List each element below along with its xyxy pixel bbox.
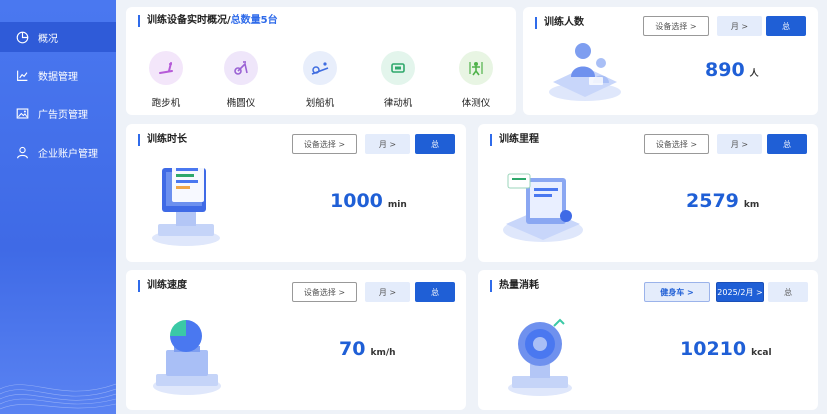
equipment-body-test[interactable]: 体测仪 bbox=[446, 51, 506, 109]
value-number: 890 bbox=[705, 59, 745, 81]
wave-decoration bbox=[0, 383, 116, 410]
equipment-vibration-machine[interactable]: 律动机 bbox=[368, 51, 428, 109]
month-button[interactable]: 月 > bbox=[365, 134, 410, 154]
card-title: 训练人数 bbox=[535, 17, 584, 29]
month-button[interactable]: 月 > bbox=[717, 134, 762, 154]
sidebar-item-data-management[interactable]: 数据管理 bbox=[0, 60, 116, 90]
distance-illustration bbox=[503, 173, 583, 242]
sidebar-item-label: 广告页管理 bbox=[38, 109, 88, 121]
distance-value: 2579 km bbox=[686, 190, 759, 212]
card-title: 训练速度 bbox=[138, 280, 187, 292]
training-duration-card: 训练时长 设备选择 > 月 > 总 1000 min bbox=[126, 124, 466, 262]
training-speed-card: 训练速度 设备选择 > 月 > 总 70 km/h bbox=[126, 270, 466, 410]
people-illustration bbox=[549, 43, 621, 101]
calories-illustration bbox=[508, 318, 572, 396]
overview-total: 总数量5台 bbox=[230, 15, 278, 26]
device-select-button[interactable]: 健身车 > bbox=[644, 282, 710, 302]
image-icon bbox=[16, 107, 29, 119]
total-button[interactable]: 总 bbox=[766, 16, 806, 36]
equipment-treadmill[interactable]: 跑步机 bbox=[136, 51, 196, 109]
people-value: 890 人 bbox=[705, 59, 759, 81]
sidebar-item-label: 概况 bbox=[38, 33, 58, 45]
card-title: 热量消耗 bbox=[490, 280, 539, 292]
vibration-machine-icon bbox=[381, 51, 415, 85]
equipment-label: 椭圆仪 bbox=[226, 98, 256, 109]
duration-value: 1000 min bbox=[330, 190, 407, 212]
overview-title: 训练设备实时概况/ bbox=[147, 15, 231, 26]
user-icon bbox=[17, 146, 28, 158]
sidebar-item-label: 数据管理 bbox=[38, 71, 78, 83]
duration-illustration bbox=[152, 162, 220, 246]
month-button[interactable]: 月 > bbox=[365, 282, 410, 302]
value-number: 10210 bbox=[680, 338, 747, 360]
month-button[interactable]: 月 > bbox=[717, 16, 762, 36]
equipment-label: 律动机 bbox=[383, 98, 413, 109]
value-number: 70 bbox=[339, 338, 366, 360]
sidebar: 概况 数据管理 广告页管理 企业账户管理 bbox=[0, 0, 116, 414]
device-select-button[interactable]: 设备选择 > bbox=[643, 16, 709, 36]
value-unit: 人 bbox=[749, 69, 759, 79]
value-unit: km/h bbox=[370, 348, 396, 358]
calories-card: 热量消耗 健身车 > 2025/2月 > 总 10210 kcal bbox=[478, 270, 818, 410]
equipment-rowing-machine[interactable]: 划船机 bbox=[290, 51, 350, 109]
card-title: 训练设备实时概况/总数量5台 bbox=[138, 15, 278, 27]
total-button[interactable]: 总 bbox=[767, 134, 807, 154]
body-test-icon bbox=[459, 51, 493, 85]
sidebar-item-enterprise-accounts[interactable]: 企业账户管理 bbox=[0, 137, 116, 167]
value-unit: km bbox=[743, 200, 760, 210]
equipment-elliptical[interactable]: 椭圆仪 bbox=[211, 51, 271, 109]
sidebar-item-overview[interactable]: 概况 bbox=[0, 22, 116, 52]
card-title: 训练里程 bbox=[490, 134, 539, 146]
equipment-label: 体测仪 bbox=[461, 98, 491, 109]
value-number: 1000 bbox=[330, 190, 383, 212]
device-select-button[interactable]: 设备选择 > bbox=[292, 282, 357, 302]
training-people-card: 训练人数 设备选择 > 月 > 总 890 人 bbox=[523, 7, 818, 115]
total-button[interactable]: 总 bbox=[415, 134, 455, 154]
value-unit: min bbox=[387, 200, 407, 210]
value-number: 2579 bbox=[686, 190, 739, 212]
training-distance-card: 训练里程 设备选择 > 月 > 总 2579 km bbox=[478, 124, 818, 262]
rowing-machine-icon bbox=[303, 51, 337, 85]
sidebar-item-ad-management[interactable]: 广告页管理 bbox=[0, 98, 116, 128]
device-select-button[interactable]: 设备选择 > bbox=[644, 134, 709, 154]
speed-value: 70 km/h bbox=[339, 338, 396, 360]
equipment-label: 划船机 bbox=[305, 98, 335, 109]
equipment-overview-card: 训练设备实时概况/总数量5台 跑步机 椭圆仪 划船机 律动机 体测仪 bbox=[126, 7, 516, 115]
total-button[interactable]: 总 bbox=[415, 282, 455, 302]
total-button[interactable]: 总 bbox=[768, 282, 808, 302]
speed-illustration bbox=[153, 320, 221, 395]
equipment-label: 跑步机 bbox=[151, 98, 181, 109]
card-title: 训练时长 bbox=[138, 134, 187, 146]
elliptical-icon bbox=[224, 51, 258, 85]
treadmill-icon bbox=[149, 51, 183, 85]
value-unit: kcal bbox=[751, 348, 772, 358]
bar-chart-icon bbox=[17, 70, 28, 81]
device-select-button[interactable]: 设备选择 > bbox=[292, 134, 357, 154]
month-button[interactable]: 2025/2月 > bbox=[716, 282, 764, 302]
calories-value: 10210 kcal bbox=[680, 338, 772, 360]
pie-chart-icon bbox=[16, 31, 29, 43]
sidebar-item-label: 企业账户管理 bbox=[38, 148, 98, 160]
